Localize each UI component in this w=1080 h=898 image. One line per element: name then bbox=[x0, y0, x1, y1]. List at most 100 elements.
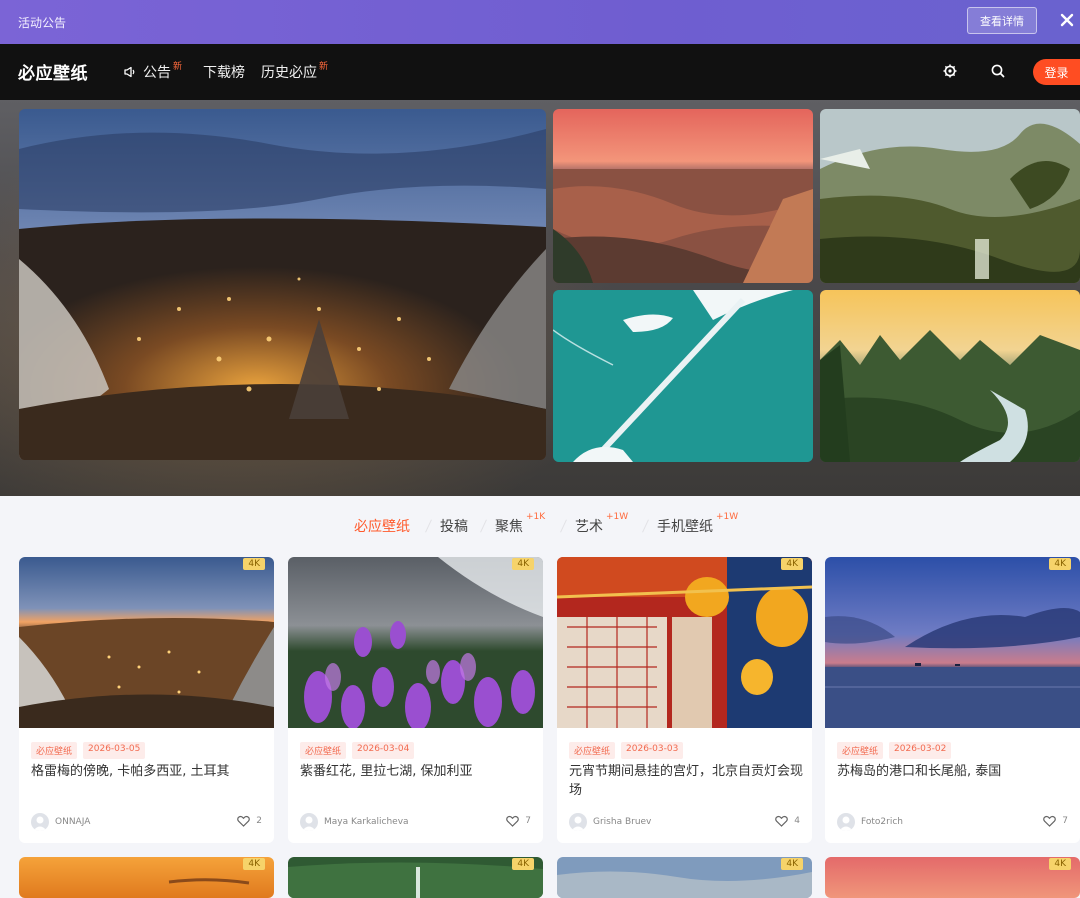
announcement-bar: 活动公告 查看详情 bbox=[0, 0, 1080, 44]
tab-label: 必应壁纸 bbox=[354, 519, 410, 535]
card-author[interactable]: ONNAJA bbox=[31, 813, 90, 831]
like-button[interactable]: 4 bbox=[775, 815, 800, 827]
like-button[interactable]: 7 bbox=[1043, 815, 1068, 827]
wallpaper-card[interactable]: 4K bbox=[557, 857, 812, 898]
site-logo[interactable]: 必应壁纸 bbox=[18, 59, 88, 84]
tab-divider bbox=[480, 519, 487, 533]
like-count: 4 bbox=[794, 816, 800, 826]
card-thumbnail[interactable] bbox=[825, 557, 1080, 728]
heart-icon bbox=[237, 815, 251, 827]
resolution-badge: 4K bbox=[1049, 558, 1071, 570]
pink-sky-thumbnail[interactable] bbox=[825, 857, 1080, 898]
hero-main-image[interactable] bbox=[19, 109, 546, 460]
heart-icon bbox=[775, 815, 789, 827]
hero-image-valley[interactable] bbox=[820, 109, 1080, 283]
tab-label: 手机壁纸 bbox=[657, 519, 713, 535]
date-tag: 2026-03-05 bbox=[83, 742, 146, 759]
sunset-thumbnail[interactable] bbox=[19, 857, 274, 898]
resolution-badge: 4K bbox=[512, 558, 534, 570]
resolution-badge: 4K bbox=[781, 858, 803, 870]
category-tag[interactable]: 必应壁纸 bbox=[31, 742, 78, 759]
karst-river-image bbox=[820, 290, 1080, 462]
wallpaper-card[interactable]: 4K 必应壁纸 2026-03-02 苏梅岛的港口和长尾船, 泰国 Foto2r… bbox=[825, 557, 1080, 843]
tab-submissions[interactable]: 投稿 bbox=[440, 516, 468, 536]
category-tag[interactable]: 必应壁纸 bbox=[300, 742, 347, 759]
date-tag: 2026-03-03 bbox=[621, 742, 684, 759]
date-tag: 2026-03-02 bbox=[889, 742, 952, 759]
nav-label: 公告 bbox=[143, 65, 171, 81]
card-author[interactable]: Grisha Bruev bbox=[569, 813, 651, 831]
ice-bridge-image bbox=[553, 290, 813, 462]
tab-label: 聚焦 bbox=[495, 519, 523, 535]
close-icon[interactable] bbox=[1058, 11, 1076, 29]
avatar bbox=[569, 813, 587, 831]
avatar bbox=[300, 813, 318, 831]
author-name: ONNAJA bbox=[55, 817, 91, 827]
new-badge: 新 bbox=[173, 61, 183, 72]
card-title[interactable]: 格雷梅的傍晚, 卡帕多西亚, 土耳其 bbox=[31, 762, 266, 781]
settings-icon[interactable] bbox=[942, 63, 958, 79]
heart-icon bbox=[506, 815, 520, 827]
view-details-button[interactable]: 查看详情 bbox=[967, 7, 1037, 34]
avatar bbox=[837, 813, 855, 831]
avatar bbox=[31, 813, 49, 831]
resolution-badge: 4K bbox=[512, 858, 534, 870]
like-button[interactable]: 7 bbox=[506, 815, 531, 827]
hero-image-karst[interactable] bbox=[820, 290, 1080, 462]
like-count: 7 bbox=[525, 816, 531, 826]
like-button[interactable]: 2 bbox=[237, 815, 262, 827]
wallpaper-card[interactable]: 4K 必应壁纸 2026-03-03 元宵节期间悬挂的宫灯，北京自贡灯会现场 G… bbox=[557, 557, 812, 843]
nav-label: 历史必应 bbox=[261, 65, 317, 81]
card-thumbnail[interactable] bbox=[19, 557, 274, 728]
card-title[interactable]: 苏梅岛的港口和长尾船, 泰国 bbox=[837, 762, 1072, 781]
wallpaper-card[interactable]: 4K bbox=[825, 857, 1080, 898]
crocus-thumbnail bbox=[288, 557, 543, 728]
nav-item-announcements[interactable]: 公告 新 bbox=[123, 62, 182, 82]
resolution-badge: 4K bbox=[243, 558, 265, 570]
author-name: Foto2rich bbox=[861, 817, 903, 827]
tab-divider bbox=[642, 519, 649, 533]
search-icon[interactable] bbox=[990, 63, 1006, 79]
tab-divider bbox=[560, 519, 567, 533]
new-badge: 新 bbox=[319, 61, 329, 72]
wallpaper-card[interactable]: 4K 必应壁纸 2026-03-05 格雷梅的傍晚, 卡帕多西亚, 土耳其 ON… bbox=[19, 557, 274, 843]
hero-image-bridge[interactable] bbox=[553, 290, 813, 462]
hero-image-canyon[interactable] bbox=[553, 109, 813, 283]
announcement-text: 活动公告 bbox=[18, 15, 67, 30]
megaphone-icon bbox=[124, 66, 135, 78]
card-thumbnail[interactable] bbox=[557, 557, 812, 728]
harbor-thumbnail bbox=[825, 557, 1080, 728]
card-author[interactable]: Foto2rich bbox=[837, 813, 903, 831]
wallpaper-card[interactable]: 4K 必应壁纸 2026-03-04 紫番红花, 里拉七湖, 保加利亚 Maya… bbox=[288, 557, 543, 843]
canyon-image bbox=[553, 109, 813, 283]
login-button[interactable]: 登录 bbox=[1033, 59, 1080, 85]
resolution-badge: 4K bbox=[1049, 858, 1071, 870]
wallpaper-card[interactable]: 4K bbox=[19, 857, 274, 898]
top-nav: 必应壁纸 公告 新 下载榜 历史必应 新 登录 bbox=[0, 44, 1080, 100]
tab-spotlight[interactable]: 聚焦 +1K bbox=[495, 512, 545, 536]
nav-item-history[interactable]: 历史必应 新 bbox=[261, 62, 328, 82]
wallpaper-card[interactable]: 4K bbox=[288, 857, 543, 898]
card-title[interactable]: 紫番红花, 里拉七湖, 保加利亚 bbox=[300, 762, 535, 781]
nav-item-downloads[interactable]: 下载榜 bbox=[203, 62, 245, 82]
card-thumbnail[interactable] bbox=[288, 557, 543, 728]
tab-mobile-wallpaper[interactable]: 手机壁纸 +1W bbox=[657, 512, 738, 536]
category-tag[interactable]: 必应壁纸 bbox=[837, 742, 884, 759]
blue-sky-thumbnail[interactable] bbox=[557, 857, 812, 898]
tab-bing-wallpaper[interactable]: 必应壁纸 bbox=[354, 516, 410, 536]
like-count: 2 bbox=[256, 816, 262, 826]
cappadocia-evening-image bbox=[19, 109, 546, 460]
tab-art[interactable]: 艺术 +1W bbox=[575, 512, 628, 536]
author-name: Grisha Bruev bbox=[593, 817, 652, 827]
tab-count: +1K bbox=[526, 512, 546, 522]
card-title[interactable]: 元宵节期间悬挂的宫灯，北京自贡灯会现场 bbox=[569, 762, 804, 800]
hero-gallery bbox=[0, 100, 1080, 496]
category-tag[interactable]: 必应壁纸 bbox=[569, 742, 616, 759]
forest-thumbnail[interactable] bbox=[288, 857, 543, 898]
cappadocia-thumbnail bbox=[19, 557, 274, 728]
valley-painting-image bbox=[820, 109, 1080, 283]
heart-icon bbox=[1043, 815, 1057, 827]
card-author[interactable]: Maya Karkalicheva bbox=[300, 813, 409, 831]
tab-divider bbox=[425, 519, 432, 533]
nav-label: 下载榜 bbox=[203, 65, 245, 81]
